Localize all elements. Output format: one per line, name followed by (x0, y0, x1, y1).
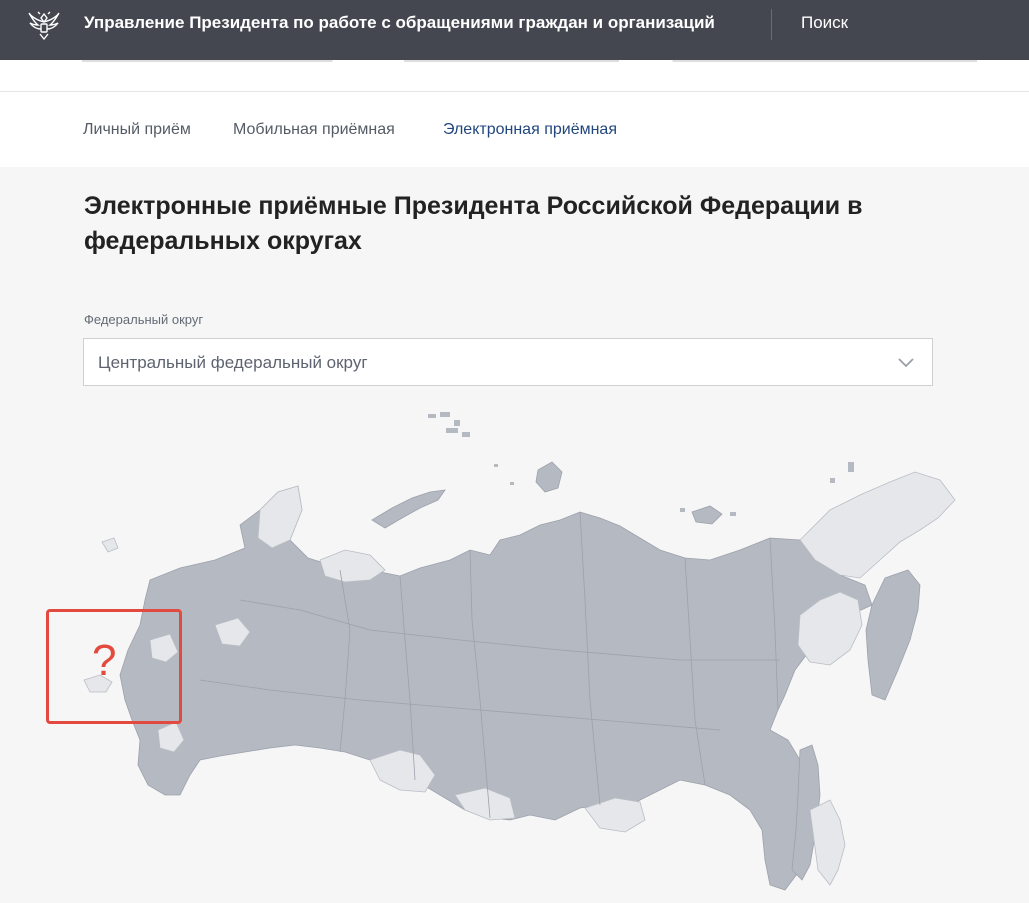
question-mark-annotation: ? (92, 636, 117, 685)
top-bar: Управление Президента по работе с обраще… (0, 0, 1029, 60)
site-title[interactable]: Управление Президента по работе с обраще… (84, 12, 715, 34)
map-region-novaya-zemlya (371, 489, 446, 529)
page-title-line-2: федеральных округах (84, 227, 362, 255)
map-region-siberian-islands (691, 505, 723, 525)
reception-tabs: Личный приём Мобильная приёмная Электрон… (0, 92, 1029, 167)
header-divider (771, 9, 772, 40)
map-regions-dark (119, 461, 921, 891)
map-region-primorye (809, 799, 846, 886)
emblem-icon[interactable] (26, 8, 62, 44)
page-title-line-1: Электронные приёмные Президента Российск… (84, 192, 863, 220)
map-region-severnaya-zemlya (535, 461, 563, 493)
chevron-down-icon (898, 358, 914, 368)
district-select[interactable]: Центральный федеральный округ (83, 338, 933, 386)
tab-personal-reception[interactable]: Личный приём (83, 120, 191, 140)
russia-map[interactable] (40, 400, 1029, 903)
district-select-value: Центральный федеральный округ (98, 353, 368, 372)
map-region-chukotka (799, 471, 956, 579)
tab-electronic-reception[interactable]: Электронная приёмная (443, 120, 617, 140)
map-region-main (119, 485, 873, 891)
map-region-northwest-light (257, 485, 303, 549)
page-title: Электронные приёмные Президента Российск… (84, 189, 884, 259)
secondary-nav-strip (0, 60, 1029, 92)
map-small-islands (428, 412, 854, 516)
search-link[interactable]: Поиск (801, 12, 848, 34)
tab-mobile-reception[interactable]: Мобильная приёмная (233, 120, 395, 140)
clipped-nav-text (82, 60, 977, 62)
district-field-label: Федеральный округ (84, 312, 204, 327)
map-region-kamchatka (865, 569, 921, 701)
map-region-kaliningrad (101, 537, 119, 553)
